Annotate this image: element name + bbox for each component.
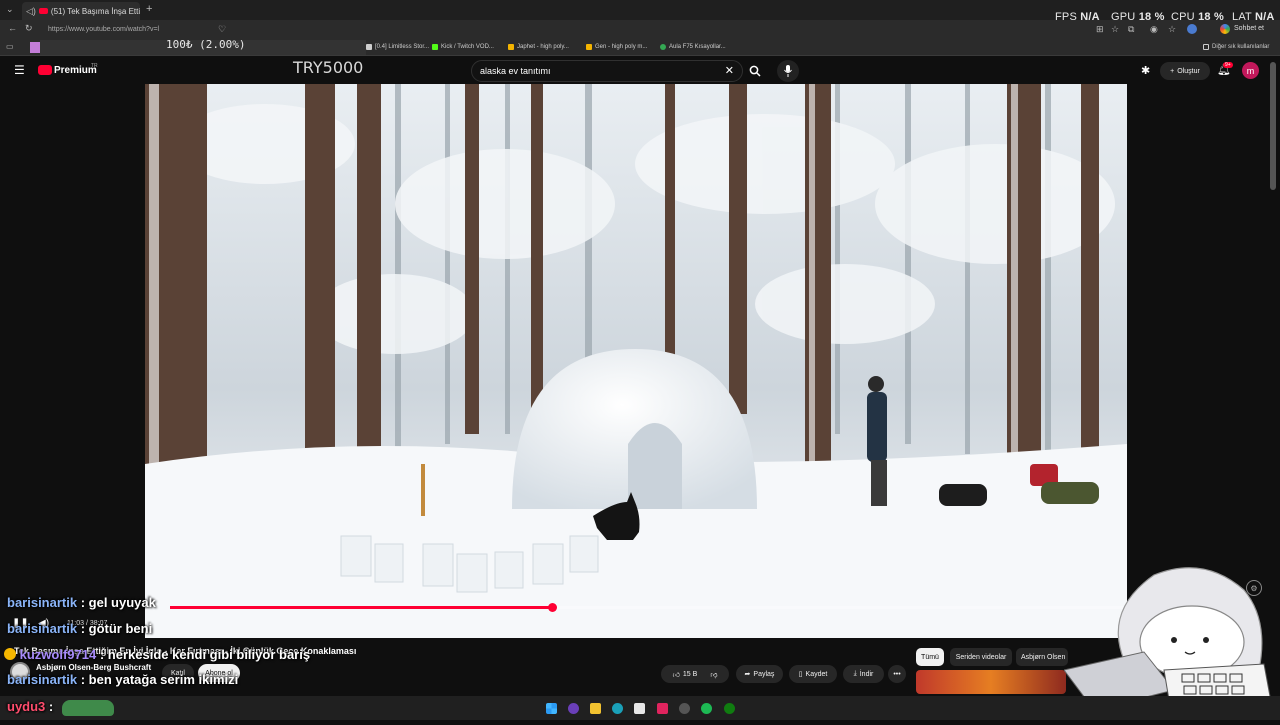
badge-icon xyxy=(4,648,16,660)
install-icon[interactable]: ⊞ xyxy=(1096,24,1104,35)
chat-message: barisinartik : götür beni xyxy=(7,621,153,636)
tab-list-icon[interactable]: ⌄ xyxy=(6,4,14,15)
star-icon[interactable]: ☆ xyxy=(1111,24,1119,35)
bookmark-2[interactable]: Japhet - high poly... xyxy=(508,44,569,50)
bookmark-icon xyxy=(660,44,666,50)
bookmark-app-icon[interactable] xyxy=(30,42,40,53)
chip-all[interactable]: Tümü xyxy=(916,648,944,666)
extensions-icon[interactable]: ⧉ xyxy=(1128,24,1134,35)
video-player[interactable] xyxy=(145,84,1127,638)
avatar[interactable]: m xyxy=(1242,62,1259,79)
spotify-icon[interactable] xyxy=(701,703,712,714)
app-icon[interactable] xyxy=(657,703,668,714)
heart-icon: ♡ xyxy=(218,24,227,34)
xbox-icon[interactable] xyxy=(724,703,735,714)
save-button[interactable]: ▯ Kaydet xyxy=(789,665,837,683)
chip-channel[interactable]: Asbjørn Olsen xyxy=(1016,648,1068,666)
dislike-icon[interactable]: 👎︎ xyxy=(710,670,717,679)
bookmark-icon xyxy=(586,44,592,50)
bookmark-4[interactable]: Aula F75 Kısayollar... xyxy=(660,44,726,50)
video-progress-bar[interactable] xyxy=(170,603,1127,612)
chat-message: kuzwolf9714 : herkeside kendi gibi biliy… xyxy=(4,647,310,662)
like-dislike-group: 👍︎ 15 B 👎︎ xyxy=(661,665,729,683)
share-icon: ➦ xyxy=(744,671,751,678)
clear-search-icon[interactable]: ✕ xyxy=(725,61,734,81)
page-scrollbar[interactable] xyxy=(1270,62,1276,190)
notification-count-badge: 9+ xyxy=(1223,62,1233,68)
more-actions-icon[interactable]: ••• xyxy=(888,665,906,683)
microphone-icon[interactable] xyxy=(777,60,799,82)
url-field[interactable]: https://www.youtube.com/watch?v=l xyxy=(48,23,228,37)
chat-message: barisinartik : gel uyuyak xyxy=(7,595,156,610)
settings-taskbar-icon[interactable] xyxy=(679,703,690,714)
plus-icon: + xyxy=(1170,67,1175,75)
collections-icon[interactable]: ▭ xyxy=(6,42,14,51)
kick-icon xyxy=(432,44,438,50)
channel-name[interactable]: Asbjørn Olsen-Berg Bushcraft xyxy=(36,663,151,672)
create-button[interactable]: + Oluştur xyxy=(1160,62,1210,80)
bookmark-0[interactable]: [0.4] Limitless Stor... xyxy=(366,44,429,50)
download-button[interactable]: ⤓ İndir xyxy=(843,665,884,683)
chip-series[interactable]: Seriden videolar xyxy=(950,648,1012,666)
recommended-video-thumbnail[interactable] xyxy=(916,670,1066,694)
youtube-logo-icon[interactable] xyxy=(38,65,52,75)
like-icon[interactable]: 👍︎ xyxy=(673,670,680,679)
profile-icon[interactable]: ◉ xyxy=(1150,24,1158,35)
speaker-icon[interactable]: ◁) xyxy=(26,6,36,17)
copilot-taskbar-icon[interactable] xyxy=(568,703,579,714)
other-bookmarks[interactable]: Diğer sık kullanılanlar xyxy=(1203,44,1269,50)
store-icon[interactable] xyxy=(634,703,645,714)
bookmark-icon xyxy=(366,44,372,50)
folder-icon xyxy=(1203,44,1209,50)
bookmark-1[interactable]: Kick / Twitch VOD... xyxy=(432,44,494,50)
bookmark-icon: ▯ xyxy=(798,671,803,678)
edge-icon[interactable] xyxy=(612,703,623,714)
video-frame-snowy-forest xyxy=(145,84,1127,638)
like-count[interactable]: 15 B xyxy=(683,671,697,678)
bookmarks-bar: ▭ 100₺ (2.00%) [0.4] Limitless Stor... K… xyxy=(0,38,1280,56)
premium-badge-icon[interactable]: ✱ xyxy=(1141,64,1150,77)
menu-icon[interactable]: ☰ xyxy=(14,63,25,77)
favorites-icon[interactable]: ☆ xyxy=(1168,24,1176,35)
search-icon[interactable] xyxy=(744,60,766,82)
tab-title: (51) Tek Başıma İnşa Ettiğim İ... xyxy=(50,6,140,16)
bookmark-3[interactable]: Gen - high poly m... xyxy=(586,44,647,50)
donation-goal-value: 100₺ (2.00%) xyxy=(166,38,246,51)
file-explorer-icon[interactable] xyxy=(590,703,601,714)
copilot-icon[interactable] xyxy=(1220,24,1230,34)
new-tab-icon[interactable]: + xyxy=(146,3,152,15)
address-bar-row: ← ↻ https://www.youtube.com/watch?v=l de… xyxy=(0,20,1280,54)
logo-country: TR xyxy=(91,63,98,69)
download-icon: ⤓ xyxy=(853,670,857,677)
stream-code-overlay: TRY5000 xyxy=(293,58,364,77)
chat-message: barisinartik : ben yatağa serim ikimizi xyxy=(7,672,239,687)
chat-message: uydu3 : xyxy=(7,699,54,714)
start-icon[interactable] xyxy=(546,703,557,714)
back-icon[interactable]: ← xyxy=(8,23,17,33)
search-value: alaska ev tanıtımı xyxy=(480,66,551,76)
youtube-favicon-icon xyxy=(38,8,48,14)
bookmark-icon xyxy=(508,44,514,50)
browser-tab-youtube[interactable]: ◁) (51) Tek Başıma İnşa Ettiğim İ... ✕ xyxy=(22,2,140,20)
share-button[interactable]: ➦ Paylaş xyxy=(736,665,783,683)
account-icon[interactable] xyxy=(1187,24,1197,34)
search-input[interactable]: alaska ev tanıtımı ✕ xyxy=(471,60,743,82)
chat-button[interactable]: Sohbet et xyxy=(1234,25,1264,32)
progress-scrubber[interactable] xyxy=(547,603,557,612)
weather-widget-icon[interactable] xyxy=(62,700,114,716)
progress-fill xyxy=(170,606,552,609)
reload-icon[interactable]: ↻ xyxy=(25,23,33,34)
